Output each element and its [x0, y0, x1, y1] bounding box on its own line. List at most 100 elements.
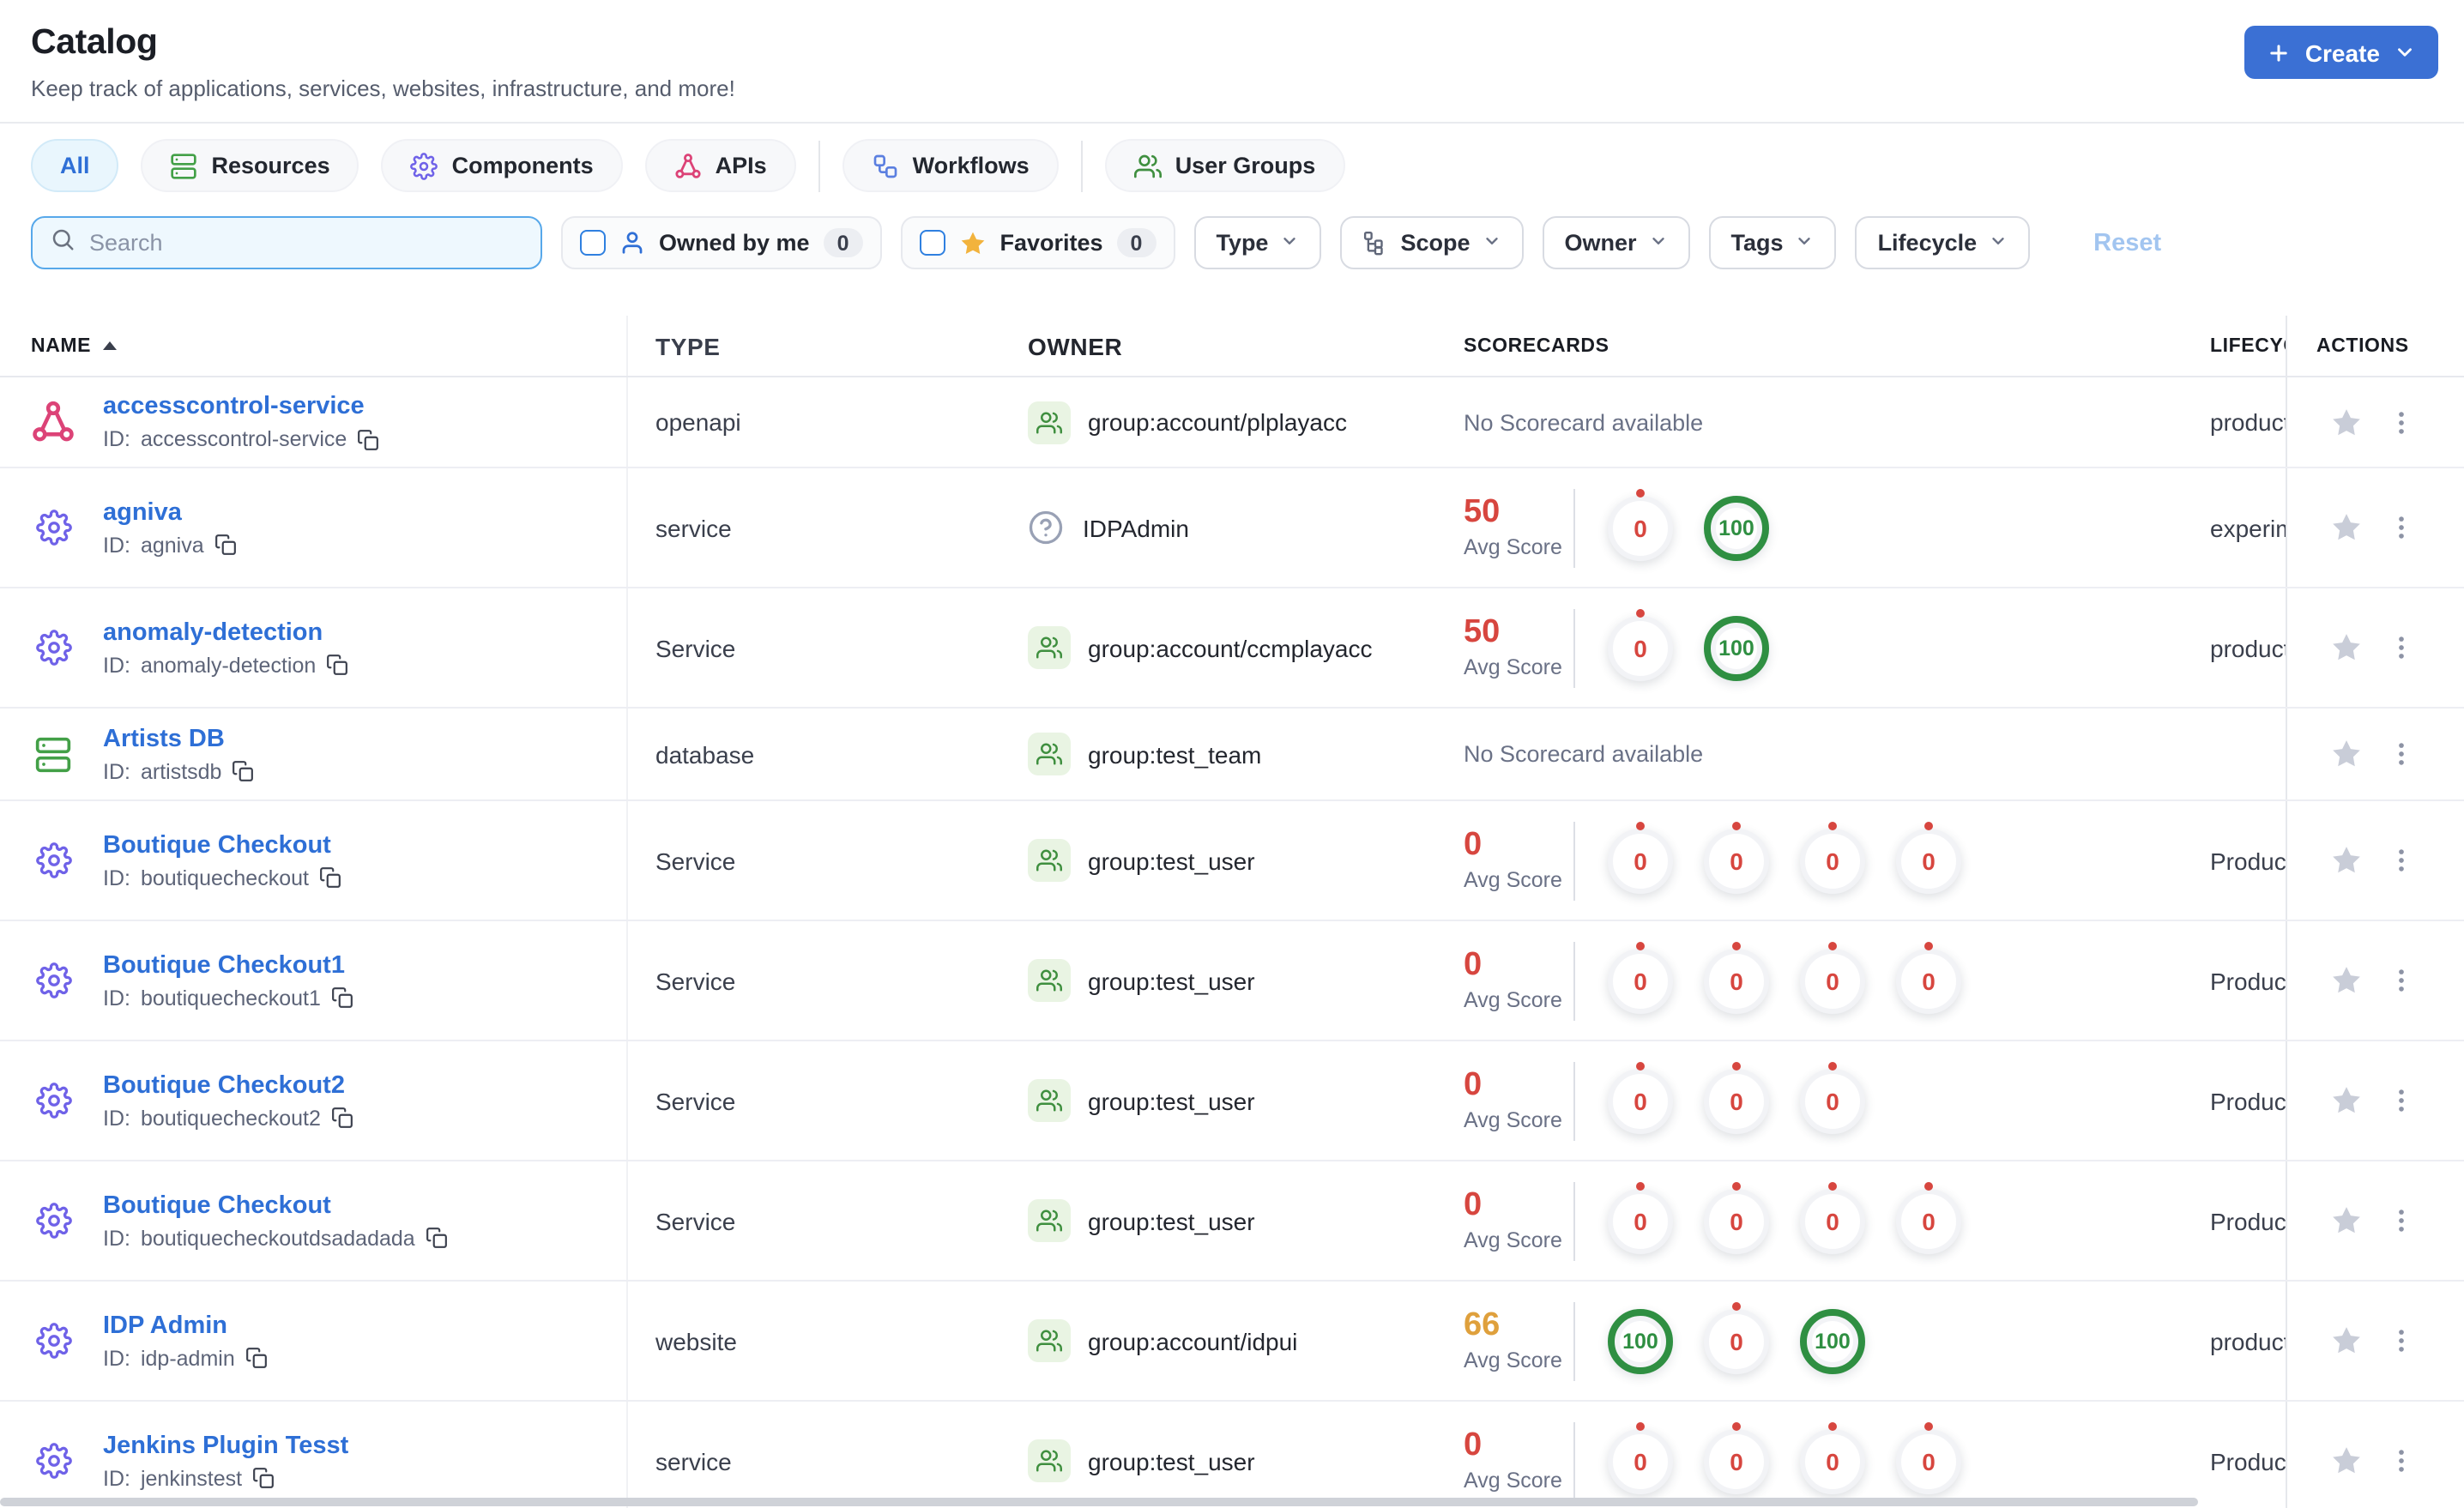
kebab-menu-icon[interactable] — [2387, 1206, 2416, 1235]
entity-name-link[interactable]: Jenkins Plugin Tesst — [103, 1432, 348, 1459]
favorite-star-icon[interactable] — [2330, 964, 2363, 997]
kebab-menu-icon[interactable] — [2387, 513, 2416, 542]
gear-icon — [31, 630, 75, 666]
copy-icon[interactable] — [426, 1227, 448, 1249]
kebab-menu-icon[interactable] — [2387, 633, 2416, 662]
avg-score-value: 50 — [1464, 614, 1501, 650]
tab-resources[interactable]: Resources — [141, 139, 359, 192]
create-button[interactable]: Create — [2244, 26, 2438, 79]
kebab-menu-icon[interactable] — [2387, 407, 2416, 437]
avg-score-value: 0 — [1464, 1187, 1483, 1223]
kebab-menu-icon[interactable] — [2387, 1326, 2416, 1355]
copy-icon[interactable] — [232, 760, 254, 782]
scorecard-ring[interactable]: 0 — [1800, 828, 1865, 893]
favorite-star-icon[interactable] — [2330, 1324, 2363, 1357]
owner-filter-dropdown[interactable]: Owner — [1542, 216, 1690, 269]
reset-filters-button[interactable]: Reset — [2093, 229, 2161, 256]
copy-icon[interactable] — [252, 1467, 275, 1489]
entity-name-link[interactable]: Artists DB — [103, 725, 254, 752]
scorecard-ring[interactable]: 0 — [1704, 1308, 1769, 1373]
horizontal-scrollbar[interactable] — [0, 1498, 2198, 1506]
entity-name-link[interactable]: IDP Admin — [103, 1312, 268, 1339]
copy-icon[interactable] — [319, 866, 341, 889]
entity-id: artistsdb — [140, 759, 222, 783]
favorite-star-icon[interactable] — [2330, 406, 2363, 438]
scorecard-ring[interactable]: 0 — [1608, 495, 1673, 560]
entity-name-link[interactable]: Boutique Checkout — [103, 1191, 448, 1219]
copy-icon[interactable] — [326, 654, 348, 676]
entity-name-link[interactable]: Boutique Checkout — [103, 831, 341, 859]
favorites-filter[interactable]: Favorites 0 — [900, 216, 1175, 269]
scorecard-ring[interactable]: 0 — [1704, 1068, 1769, 1133]
scorecard-ring[interactable]: 0 — [1800, 1068, 1865, 1133]
search-box[interactable] — [31, 216, 542, 269]
scorecard-ring[interactable]: 0 — [1800, 1428, 1865, 1493]
kebab-menu-icon[interactable] — [2387, 846, 2416, 875]
entity-name-link[interactable]: accesscontrol-service — [103, 393, 379, 420]
tab-user-groups[interactable]: User Groups — [1104, 139, 1345, 192]
search-icon — [50, 226, 75, 260]
owned-by-me-filter[interactable]: Owned by me 0 — [561, 216, 882, 269]
favorite-star-icon[interactable] — [2330, 511, 2363, 544]
kebab-menu-icon[interactable] — [2387, 739, 2416, 769]
scorecard-ring[interactable]: 0 — [1608, 1428, 1673, 1493]
scorecard-ring[interactable]: 100 — [1704, 495, 1769, 560]
tab-all[interactable]: All — [31, 139, 119, 192]
scorecard-ring[interactable]: 0 — [1704, 948, 1769, 1013]
tab-apis[interactable]: APIs — [644, 139, 796, 192]
kebab-menu-icon[interactable] — [2387, 1086, 2416, 1115]
favorite-star-icon[interactable] — [2330, 844, 2363, 877]
scorecard-ring[interactable]: 0 — [1704, 1188, 1769, 1253]
scorecard-ring[interactable]: 0 — [1896, 828, 1961, 893]
scorecard-ring[interactable]: 100 — [1704, 615, 1769, 680]
tab-all-label: All — [60, 153, 90, 178]
copy-icon[interactable] — [331, 1107, 353, 1129]
favorites-checkbox[interactable] — [919, 230, 945, 256]
favorite-star-icon[interactable] — [2330, 1445, 2363, 1477]
tab-workflows[interactable]: Workflows — [842, 139, 1059, 192]
scorecard-ring[interactable]: 0 — [1800, 948, 1865, 1013]
kebab-menu-icon[interactable] — [2387, 1446, 2416, 1475]
scorecard-ring[interactable]: 0 — [1608, 948, 1673, 1013]
search-input[interactable] — [89, 230, 523, 256]
scorecard-ring[interactable]: 0 — [1800, 1188, 1865, 1253]
tags-filter-dropdown[interactable]: Tags — [1708, 216, 1837, 269]
favorite-star-icon[interactable] — [2330, 1084, 2363, 1117]
favorite-star-icon[interactable] — [2330, 1204, 2363, 1237]
scorecard-ring[interactable]: 0 — [1608, 1188, 1673, 1253]
entity-name-link[interactable]: anomaly-detection — [103, 618, 348, 646]
scorecard-ring[interactable]: 0 — [1896, 948, 1961, 1013]
scorecard-ring[interactable]: 100 — [1608, 1308, 1673, 1373]
entity-lifecycle: Production — [2210, 967, 2286, 994]
copy-icon[interactable] — [245, 1347, 268, 1369]
scorecard-ring[interactable]: 0 — [1704, 828, 1769, 893]
kebab-menu-icon[interactable] — [2387, 966, 2416, 995]
table-row: Jenkins Plugin Tesst ID: jenkinstest serv… — [0, 1402, 2464, 1508]
scorecard-ring[interactable]: 100 — [1800, 1308, 1865, 1373]
tab-components-label: Components — [451, 153, 594, 178]
scorecard-ring[interactable]: 0 — [1608, 615, 1673, 680]
lifecycle-filter-dropdown[interactable]: Lifecycle — [1855, 216, 2031, 269]
entity-type: service — [655, 1447, 732, 1475]
workflow-icon — [872, 152, 899, 179]
scorecard-ring[interactable]: 0 — [1704, 1428, 1769, 1493]
scorecard-ring[interactable]: 0 — [1608, 1068, 1673, 1133]
tab-components[interactable]: Components — [381, 139, 623, 192]
column-header-name[interactable]: NAME — [0, 316, 628, 376]
entity-name-link[interactable]: Boutique Checkout1 — [103, 951, 353, 979]
entity-name-link[interactable]: Boutique Checkout2 — [103, 1071, 353, 1099]
scope-filter-dropdown[interactable]: Scope — [1340, 216, 1524, 269]
entity-lifecycle: Production — [2210, 1447, 2286, 1475]
copy-icon[interactable] — [214, 534, 237, 556]
scorecard-ring[interactable]: 0 — [1896, 1428, 1961, 1493]
scorecard-ring[interactable]: 0 — [1896, 1188, 1961, 1253]
favorite-star-icon[interactable] — [2330, 631, 2363, 664]
entity-name-link[interactable]: agniva — [103, 498, 237, 526]
copy-icon[interactable] — [357, 428, 379, 450]
scorecard-ring[interactable]: 0 — [1608, 828, 1673, 893]
type-filter-dropdown[interactable]: Type — [1193, 216, 1322, 269]
copy-icon[interactable] — [331, 986, 353, 1009]
owner-name: group:test_user — [1088, 967, 1255, 994]
owned-by-me-checkbox[interactable] — [580, 230, 606, 256]
favorite-star-icon[interactable] — [2330, 738, 2363, 770]
